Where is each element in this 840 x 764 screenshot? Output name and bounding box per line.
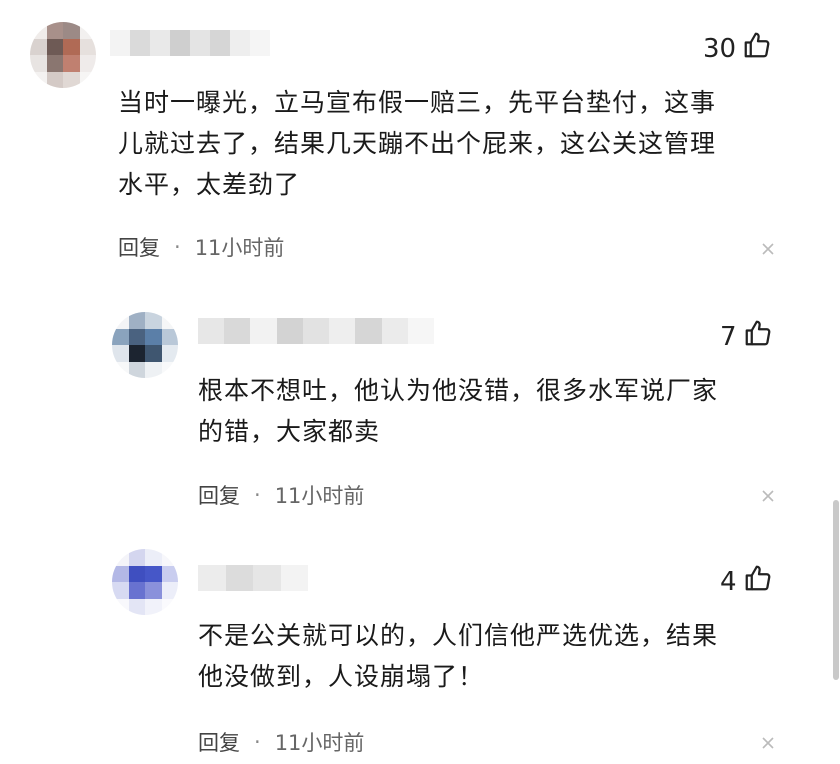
like-button[interactable]: 7 bbox=[720, 318, 773, 355]
like-count: 4 bbox=[720, 566, 737, 597]
username[interactable] bbox=[198, 565, 308, 591]
reply-button[interactable]: 回复 bbox=[118, 232, 160, 262]
separator: · bbox=[174, 235, 181, 259]
comment-item: 7 根本不想吐，他认为他没错，很多水军说厂家 的错，大家都卖 回复 · 11小时… bbox=[0, 300, 840, 530]
comment-text: 根本不想吐，他认为他没错，很多水军说厂家 的错，大家都卖 bbox=[198, 376, 719, 446]
scrollbar-thumb[interactable] bbox=[833, 500, 839, 680]
comment-meta: 回复 · 11小时前 bbox=[118, 232, 284, 262]
timestamp: 11小时前 bbox=[194, 236, 285, 260]
thumbs-up-icon bbox=[743, 318, 773, 355]
separator: · bbox=[254, 730, 261, 754]
separator: · bbox=[254, 483, 261, 507]
timestamp: 11小时前 bbox=[274, 484, 365, 508]
username[interactable] bbox=[110, 30, 270, 56]
comment-text: 不是公关就可以的，人们信他严选优选，结果 他没做到，人设崩塌了！ bbox=[198, 621, 719, 691]
comment-text: 当时一曝光，立马宣布假一赔三，先平台垫付，这事 儿就过去了，结果几天蹦不出个屁来… bbox=[118, 88, 717, 199]
avatar[interactable] bbox=[30, 22, 96, 88]
close-icon[interactable] bbox=[760, 735, 776, 751]
comment-meta: 回复 · 11小时前 bbox=[198, 480, 364, 510]
like-button[interactable]: 4 bbox=[720, 563, 773, 600]
thumbs-up-icon bbox=[743, 563, 773, 600]
close-icon[interactable] bbox=[760, 488, 776, 504]
reply-button[interactable]: 回复 bbox=[198, 727, 240, 757]
reply-button[interactable]: 回复 bbox=[198, 480, 240, 510]
avatar[interactable] bbox=[112, 549, 178, 615]
comment-meta: 回复 · 11小时前 bbox=[198, 727, 364, 757]
username[interactable] bbox=[198, 318, 434, 344]
comment-thread: 30 当时一曝光，立马宣布假一赔三，先平台垫付，这事 儿就过去了，结果几天蹦不出… bbox=[0, 0, 840, 764]
like-button[interactable]: 30 bbox=[703, 30, 772, 67]
comment-item: 30 当时一曝光，立马宣布假一赔三，先平台垫付，这事 儿就过去了，结果几天蹦不出… bbox=[0, 0, 840, 270]
scrollbar[interactable] bbox=[830, 0, 840, 764]
comment-item: 4 不是公关就可以的，人们信他严选优选，结果 他没做到，人设崩塌了！ 回复 · … bbox=[0, 545, 840, 764]
close-icon[interactable] bbox=[760, 241, 776, 257]
timestamp: 11小时前 bbox=[274, 731, 365, 755]
thumbs-up-icon bbox=[742, 30, 772, 67]
avatar[interactable] bbox=[112, 312, 178, 378]
like-count: 7 bbox=[720, 321, 737, 352]
like-count: 30 bbox=[703, 33, 737, 64]
